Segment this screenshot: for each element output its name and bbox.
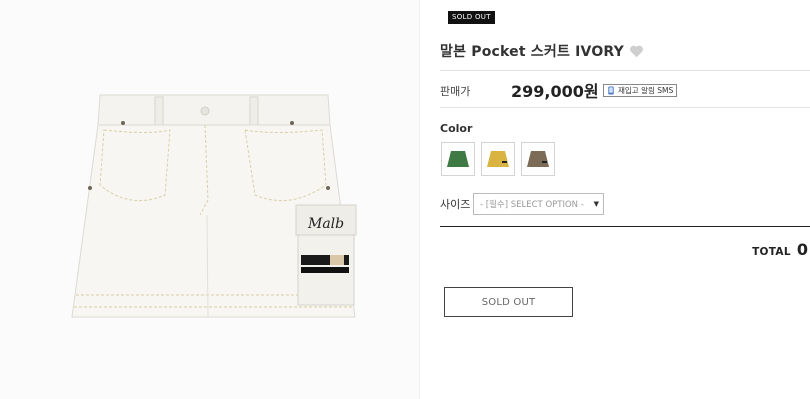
product-image-panel: Malb <box>0 0 420 399</box>
product-image: Malb <box>71 94 357 318</box>
swatch-yellow[interactable] <box>481 142 515 176</box>
size-select-value: - [필수] SELECT OPTION - <box>480 200 584 210</box>
swatch-green[interactable] <box>441 142 475 176</box>
color-swatches <box>441 142 555 176</box>
divider <box>440 226 810 227</box>
price-row: 판매가 299,000원 재입고 알림 SMS <box>440 78 810 101</box>
soldout-badge: SOLD OUT <box>448 11 495 24</box>
price-value: 299,000원 <box>511 82 599 101</box>
price-label: 판매가 <box>440 85 471 98</box>
heart-icon[interactable] <box>629 44 644 58</box>
size-row: 사이즈 - [필수] SELECT OPTION - ▼ <box>440 192 604 216</box>
total-row: TOTAL 0 <box>752 240 808 259</box>
total-label: TOTAL <box>752 246 791 258</box>
caret-down-icon: ▼ <box>593 200 599 208</box>
logo-text: Malb <box>307 216 344 232</box>
restock-sms-button[interactable]: 재입고 알림 SMS <box>603 84 678 97</box>
divider <box>440 70 810 71</box>
color-label: Color <box>440 122 473 135</box>
swatch-brown[interactable] <box>521 142 555 176</box>
skirt-swatch-icon <box>527 151 549 167</box>
restock-label: 재입고 알림 SMS <box>618 86 674 95</box>
divider <box>440 107 810 108</box>
product-title: 말본 Pocket 스커트 IVORY <box>440 44 624 60</box>
skirt-swatch-icon <box>447 151 469 167</box>
title-row: 말본 Pocket 스커트 IVORY <box>440 40 644 62</box>
size-select[interactable]: - [필수] SELECT OPTION - ▼ <box>473 193 604 215</box>
product-info: SOLD OUT 말본 Pocket 스커트 IVORY 판매가 299,000… <box>440 0 810 399</box>
total-value: 0 <box>796 240 808 259</box>
skirt-swatch-icon <box>487 151 509 167</box>
soldout-button[interactable]: SOLD OUT <box>444 287 573 317</box>
phone-icon <box>608 86 614 95</box>
size-label: 사이즈 <box>440 198 471 211</box>
